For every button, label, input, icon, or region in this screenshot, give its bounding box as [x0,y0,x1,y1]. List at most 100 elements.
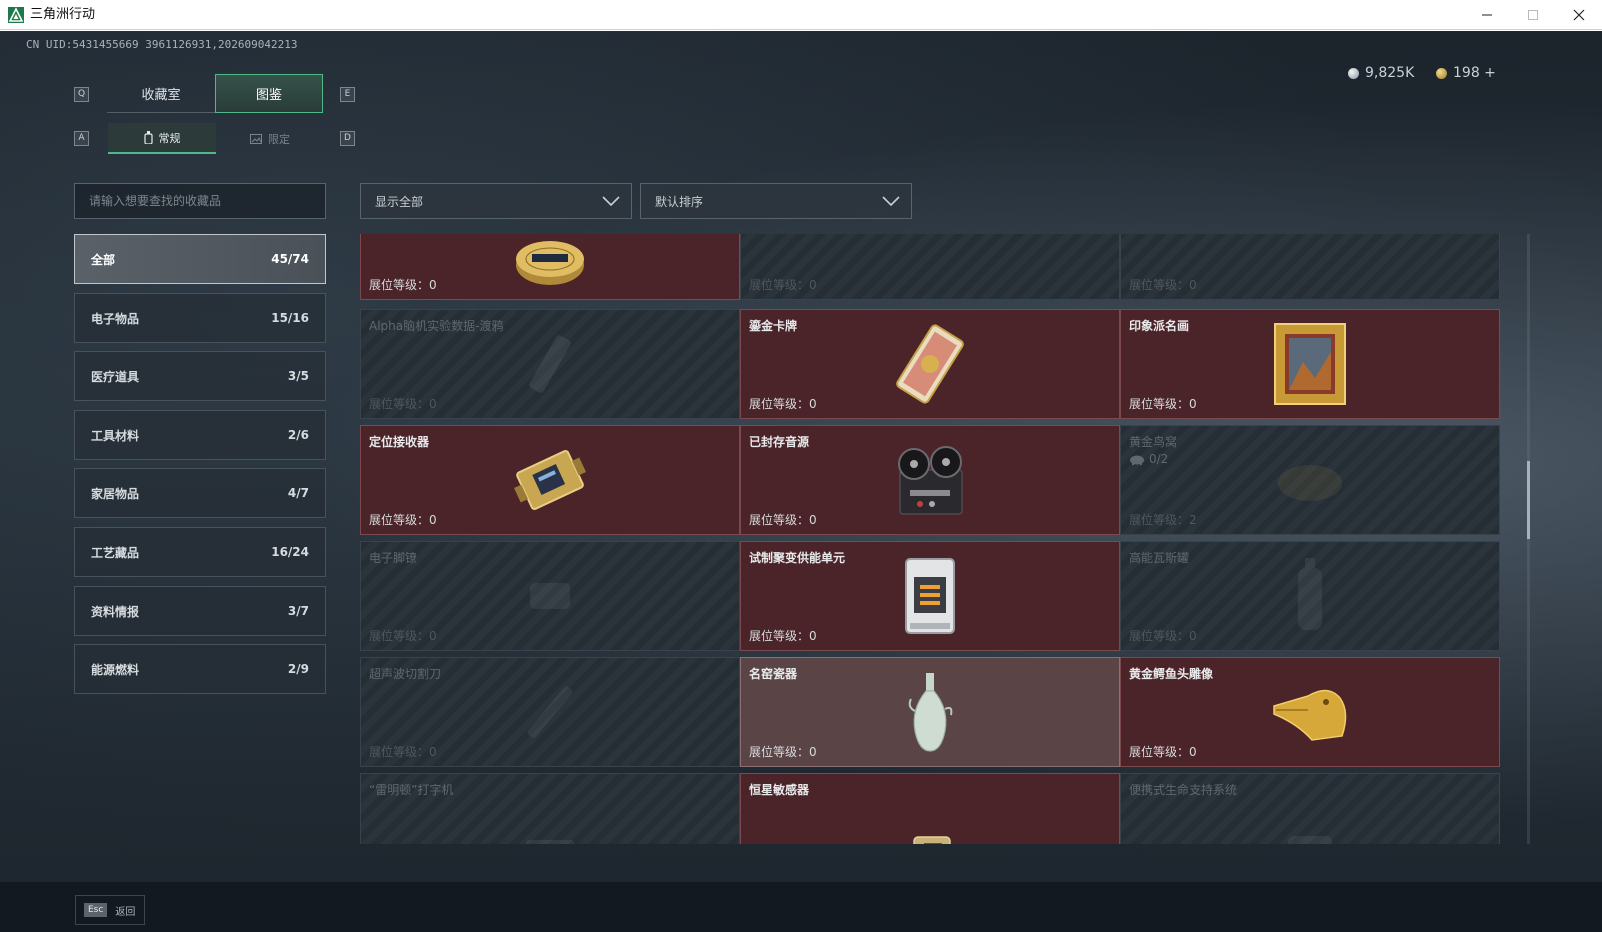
item-card[interactable]: 展位等级：0 [740,234,1120,300]
maximize-button[interactable] [1510,0,1556,30]
item-name: 恒星敏感器 [749,783,810,797]
item-name: 便携式生命支持系统 [1129,783,1238,797]
item-level: 展位等级：0 [369,745,437,759]
category-count: 15/16 [271,311,309,325]
item-level: 展位等级：0 [749,513,817,527]
category-label: 能源燃料 [91,662,140,677]
tab-label: 图鉴 [255,88,282,103]
item-name: 鎏金卡牌 [749,319,798,333]
currency-silver-value: 9,825K [1365,65,1415,81]
item-card[interactable]: 电子脚镣 展位等级：0 [360,541,740,651]
sort-dropdown[interactable]: 默认排序 [640,183,912,219]
search-input[interactable] [74,183,326,219]
item-card[interactable]: 展位等级：0 [1120,234,1500,300]
grid-scrollbar[interactable] [1527,234,1530,844]
back-label: 返回 [115,906,136,918]
currency-silver: 9,825K [1348,65,1414,81]
category-label: 资料情报 [91,604,140,619]
category-label: 工具材料 [91,428,140,443]
item-card[interactable]: “雷明顿”打字机 [360,773,740,844]
gold-coin-icon [1436,67,1447,79]
item-card[interactable]: 试制聚变供能单元 展位等级：0 [740,541,1120,651]
close-button[interactable] [1556,0,1602,30]
item-level: 展位等级：0 [749,397,817,411]
category-label: 医疗道具 [91,369,140,384]
category-intel[interactable]: 资料情报 3/7 [74,586,326,636]
game-viewport: CN UID:5431455669 3961126931,20260904221… [0,31,1602,932]
silver-coin-icon [1348,67,1359,79]
item-card[interactable]: 已封存音源 展位等级：0 [740,425,1120,535]
tab-label: 常规 [158,131,181,145]
item-level: 展位等级：0 [369,513,437,527]
item-card[interactable]: Alpha脑机实验数据-渡鸦 展位等级：0 [360,309,740,419]
category-count: 16/24 [271,545,309,559]
gilded-card-icon [896,324,964,404]
item-name: 高能瓦斯罐 [1129,551,1190,565]
item-card[interactable]: 展位等级：0 [360,234,740,300]
back-button[interactable]: Esc 返回 [75,895,145,925]
category-count: 2/6 [287,428,309,442]
item-level: 展位等级：0 [1129,629,1197,643]
grid-scroll-thumb[interactable] [1527,461,1530,539]
tab-collection-room[interactable]: 收藏室 [107,74,215,113]
item-level: 展位等级：0 [749,629,817,643]
tab-regular[interactable]: 常规 [108,123,216,154]
currency-gold-value: 198 + [1453,65,1496,81]
category-household[interactable]: 家居物品 4/7 [74,468,326,518]
item-name: 电子脚镣 [369,551,418,565]
category-tools[interactable]: 工具材料 2/6 [74,410,326,460]
esc-key-hint: Esc [84,903,108,917]
item-level: 展位等级：0 [369,397,437,411]
chevron-down-icon [882,196,900,207]
item-level: 展位等级：0 [749,278,817,292]
item-card[interactable]: 鎏金卡牌 展位等级：0 [740,309,1120,419]
item-name: 名窑瓷器 [749,667,798,681]
category-label: 全部 [91,252,116,267]
item-name: “雷明顿”打字机 [369,783,454,797]
item-card[interactable]: 便携式生命支持系统 [1120,773,1500,844]
item-progress-value: 0/2 [1149,452,1169,466]
close-icon [1573,9,1585,21]
category-count: 3/5 [287,369,309,383]
typewriter-icon [526,839,574,844]
item-name: 试制聚变供能单元 [749,551,846,565]
key-hint-prev-main: Q [74,87,89,102]
item-card[interactable]: 名窑瓷器 展位等级：0 [740,657,1120,767]
item-card[interactable]: 定位接收器 展位等级：0 [360,425,740,535]
category-count: 2/9 [287,662,309,676]
item-card[interactable]: 黄金鳄鱼头雕像 展位等级：0 [1120,657,1500,767]
currency-gold[interactable]: 198 + [1436,65,1496,81]
item-name: 已封存音源 [749,435,810,449]
golden-nest-icon [1278,465,1342,501]
painting-icon [1274,323,1346,405]
item-name: 定位接收器 [369,435,430,449]
key-hint-prev-sub: A [74,131,89,146]
item-card[interactable]: 高能瓦斯罐 展位等级：0 [1120,541,1500,651]
item-card[interactable]: 超声波切割刀 展位等级：0 [360,657,740,767]
ultrasonic-knife-icon [527,686,573,738]
category-energy[interactable]: 能源燃料 2/9 [74,644,326,694]
category-electronics[interactable]: 电子物品 15/16 [74,293,326,343]
gas-tank-icon [1298,558,1322,630]
collection-grid: 展位等级：0 展位等级：0 展位等级：0 Alpha脑机实验数据-渡鸦 展位等级… [360,234,1520,844]
category-crafts[interactable]: 工艺藏品 16/24 [74,527,326,577]
maximize-icon [1528,10,1538,20]
item-card[interactable]: 印象派名画 展位等级：0 [1120,309,1500,419]
tab-limited[interactable]: 限定 [216,123,324,154]
minimize-button[interactable] [1464,0,1510,30]
sort-value: 默认排序 [655,194,704,209]
item-card[interactable]: 恒星敏感器 [740,773,1120,844]
category-all[interactable]: 全部 45/74 [74,234,326,284]
pig-icon [1130,455,1144,465]
category-medical[interactable]: 医疗道具 3/5 [74,351,326,401]
tab-codex[interactable]: 图鉴 [215,74,323,113]
window-title: 三角洲行动 [30,7,96,22]
item-name: 黄金鳄鱼头雕像 [1129,667,1214,681]
chevron-down-icon [602,196,620,207]
filter-show-dropdown[interactable]: 显示全部 [360,183,632,219]
item-progress: 0/2 [1129,452,1168,466]
fusion-cell-icon [905,558,955,634]
item-level: 展位等级：0 [1129,397,1197,411]
image-frame-icon [250,133,262,144]
item-card[interactable]: 黄金鸟窝 0/2 展位等级：2 [1120,425,1500,535]
